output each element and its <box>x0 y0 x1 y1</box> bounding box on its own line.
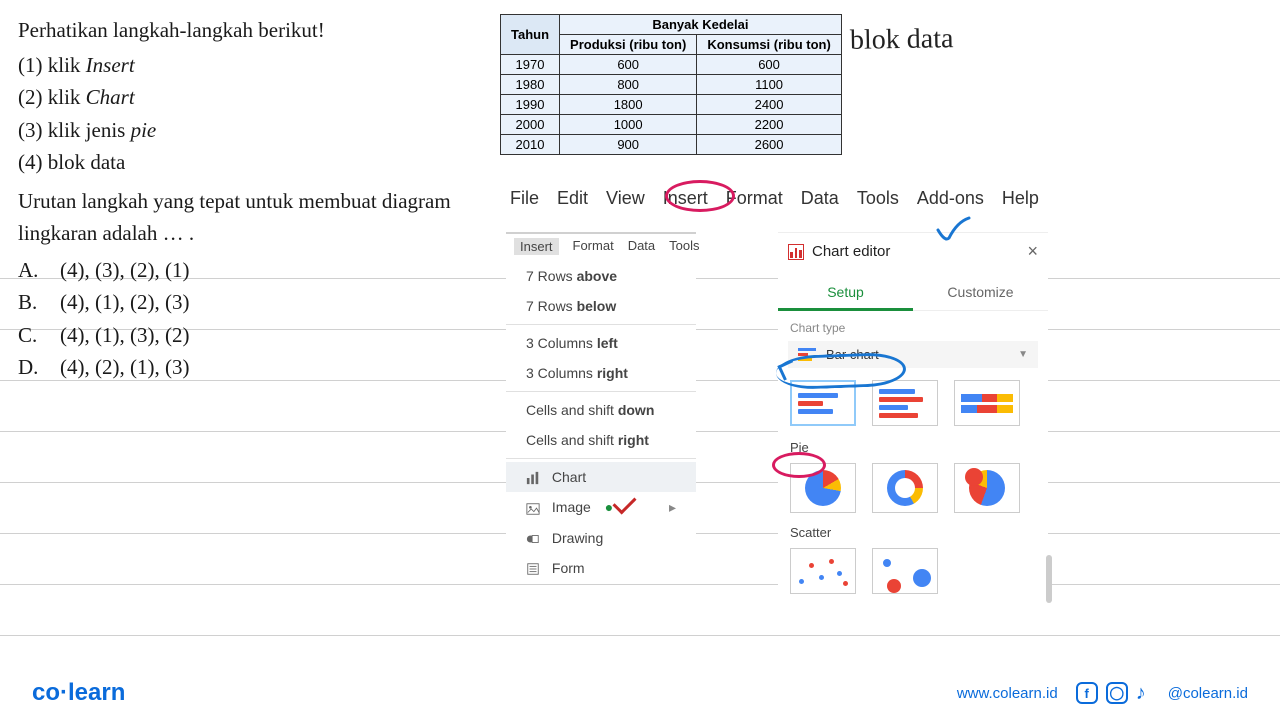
col-year: Tahun <box>501 15 560 55</box>
menu-edit[interactable]: Edit <box>557 188 588 209</box>
answer-options: A.(4), (3), (2), (1) B.(4), (1), (2), (3… <box>18 254 478 384</box>
panel-tab-insert[interactable]: Insert <box>514 238 559 255</box>
menubar: File Edit View Insert Format Data Tools … <box>510 188 1039 209</box>
scatter-thumb-1[interactable] <box>790 548 856 594</box>
annotation-check-editor <box>935 216 971 246</box>
insert-chart[interactable]: Chart <box>506 462 696 492</box>
chart-editor-title: Chart editor <box>812 243 890 260</box>
annotation-circle-pie <box>772 452 826 478</box>
insert-rows-above[interactable]: 7 Rows above <box>506 261 696 291</box>
tab-setup[interactable]: Setup <box>778 276 913 311</box>
scrollbar[interactable] <box>1046 555 1052 603</box>
chevron-right-icon: ▸ <box>669 499 676 516</box>
insert-cols-left[interactable]: 3 Columns left <box>506 328 696 358</box>
table-row: 19808001100 <box>501 75 842 95</box>
col-prod: Produksi (ribu ton) <box>560 35 697 55</box>
menu-addons[interactable]: Add-ons <box>917 188 984 209</box>
brand-logo: co·learn <box>32 679 125 707</box>
table-row: 200010002200 <box>501 115 842 135</box>
bar-thumb-3[interactable] <box>954 380 1020 426</box>
annotation-circle-insert <box>665 180 735 212</box>
scatter-thumb-2[interactable] <box>872 548 938 594</box>
pie-section-label: Pie <box>778 434 1048 457</box>
social-handle: @colearn.id <box>1168 685 1248 702</box>
menu-data[interactable]: Data <box>801 188 839 209</box>
footer: co·learn www.colearn.id f ◯ ♪ @colearn.i… <box>0 666 1280 720</box>
insert-form[interactable]: Form <box>506 553 696 583</box>
insert-submenu: Insert Format Data Tools 7 Rows above 7 … <box>506 232 696 583</box>
menu-tools[interactable]: Tools <box>857 188 899 209</box>
chevron-down-icon: ▼ <box>1018 349 1028 360</box>
pie-thumb-2[interactable] <box>872 463 938 513</box>
bar-thumb-2[interactable] <box>872 380 938 426</box>
table-row: 199018002400 <box>501 95 842 115</box>
table-row: 20109002600 <box>501 135 842 155</box>
chart-type-label: Chart type <box>778 311 1048 337</box>
insert-cols-right[interactable]: 3 Columns right <box>506 358 696 388</box>
panel-tab-tools[interactable]: Tools <box>669 238 699 255</box>
chart-editor-icon <box>788 244 804 260</box>
question-block: Perhatikan langkah-langkah berikut! (1) … <box>18 14 478 384</box>
col-kons: Konsumsi (ribu ton) <box>697 35 842 55</box>
site-url[interactable]: www.colearn.id <box>957 685 1058 702</box>
panel-tab-data[interactable]: Data <box>628 238 655 255</box>
annotation-check-chart <box>612 494 636 510</box>
insert-image[interactable]: Image ● ▸ <box>506 492 696 522</box>
menu-view[interactable]: View <box>606 188 645 209</box>
menu-help[interactable]: Help <box>1002 188 1039 209</box>
form-icon <box>526 562 540 576</box>
instagram-icon[interactable]: ◯ <box>1106 682 1128 704</box>
question-prompt: Urutan langkah yang tepat untuk membuat … <box>18 185 478 250</box>
close-icon[interactable]: × <box>1027 241 1038 262</box>
panel-tab-format[interactable]: Format <box>573 238 614 255</box>
facebook-icon[interactable]: f <box>1076 682 1098 704</box>
question-title: Perhatikan langkah-langkah berikut! <box>18 14 478 47</box>
insert-drawing[interactable]: Drawing <box>506 523 696 553</box>
insert-rows-below[interactable]: 7 Rows below <box>506 291 696 321</box>
data-table: Tahun Banyak Kedelai Produksi (ribu ton)… <box>500 14 842 155</box>
col-group: Banyak Kedelai <box>560 15 842 35</box>
insert-cells-right[interactable]: Cells and shift right <box>506 425 696 455</box>
menu-file[interactable]: File <box>510 188 539 209</box>
chart-icon <box>526 471 540 485</box>
drawing-icon <box>526 532 540 546</box>
scatter-section-label: Scatter <box>778 519 1048 542</box>
image-icon <box>526 502 540 516</box>
table-row: 1970600600 <box>501 55 842 75</box>
tiktok-icon[interactable]: ♪ <box>1136 682 1156 704</box>
tab-customize[interactable]: Customize <box>913 276 1048 310</box>
chart-editor-panel: Chart editor × Setup Customize Chart typ… <box>778 232 1048 604</box>
pie-thumb-3[interactable] <box>954 463 1020 513</box>
handwritten-annotation: blok data <box>850 23 954 57</box>
insert-cells-down[interactable]: Cells and shift down <box>506 395 696 425</box>
